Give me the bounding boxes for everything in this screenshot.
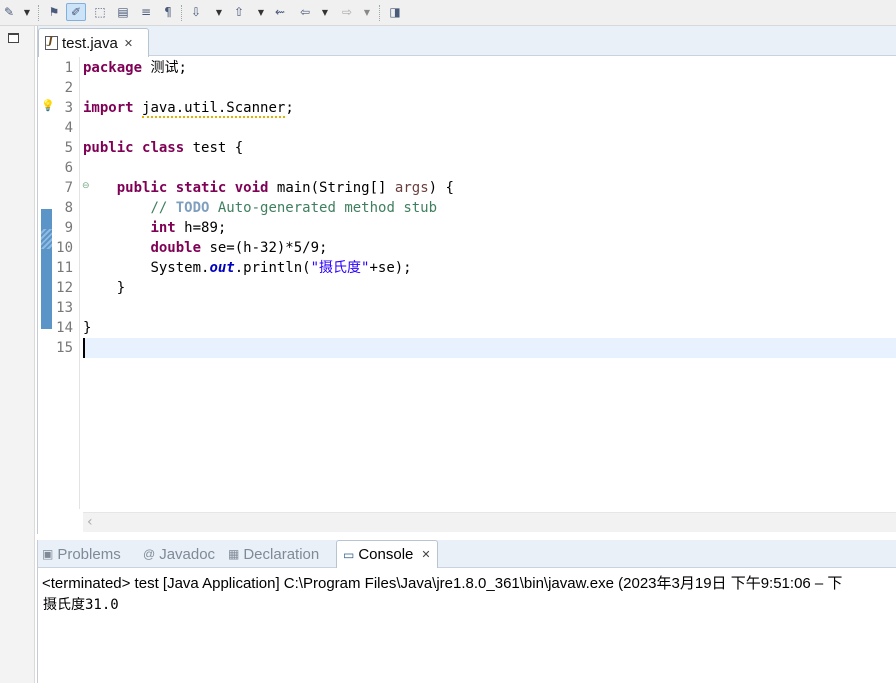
- annotation-ruler: 💡: [38, 57, 55, 534]
- toolbar-separator: [181, 5, 182, 21]
- pin-editor-icon[interactable]: ◨: [386, 3, 404, 21]
- change-marker: [41, 269, 52, 289]
- line-number: 13: [56, 300, 73, 316]
- main-toolbar: ✎ ▼ ⚑ ✐ ⬚ ▤ ≡ ¶ ⇩ ▼ ⇧ ▼ ⇜ ⇦ ▼ ⇨ ▼ ◨: [0, 0, 896, 26]
- word-wrap-icon[interactable]: ▤: [115, 3, 131, 21]
- scroll-left-icon[interactable]: ‹: [87, 514, 93, 530]
- back-arrow-icon[interactable]: ⇦: [296, 3, 314, 21]
- line-number: 2: [64, 80, 73, 96]
- line-number: 12: [56, 280, 73, 296]
- last-edit-location-icon[interactable]: ⇜: [271, 3, 289, 21]
- line-number: 3: [64, 100, 73, 116]
- tab-problems[interactable]: ▣ Problems: [42, 540, 121, 568]
- tab-javadoc[interactable]: @ Javadoc: [143, 540, 215, 568]
- tab-label: Declaration: [243, 545, 320, 563]
- change-marker: [41, 229, 52, 249]
- console-icon: ▭: [343, 547, 355, 562]
- tab-declaration[interactable]: ▦ Declaration: [228, 540, 319, 568]
- console-view: ▣ Problems @ Javadoc ▦ Declaration ▭ Con…: [37, 540, 896, 683]
- toolbar-separator: [38, 5, 39, 21]
- pilcrow-icon[interactable]: ¶: [161, 3, 175, 21]
- horizontal-scrollbar[interactable]: ‹: [83, 512, 896, 532]
- chevron-down-icon[interactable]: ▼: [214, 4, 224, 20]
- change-marker: [41, 289, 52, 309]
- bottom-tab-bar: ▣ Problems @ Javadoc ▦ Declaration ▭ Con…: [38, 540, 896, 568]
- line-number: 14: [56, 320, 73, 336]
- change-marker: [41, 209, 52, 229]
- at-sign-icon: @: [143, 547, 156, 561]
- code-line-1: package 测试;: [83, 60, 187, 76]
- code-line-14: }: [83, 320, 92, 336]
- declaration-icon: ▦: [228, 547, 240, 561]
- tab-label: test.java: [62, 34, 118, 52]
- tab-console[interactable]: ▭ Console ✕: [336, 540, 438, 568]
- line-number: 9: [64, 220, 73, 236]
- left-trim-stack: [0, 26, 35, 683]
- code-area[interactable]: package 测试; import java.util.Scanner; pu…: [83, 57, 896, 509]
- code-line-12: }: [116, 280, 126, 296]
- code-line-3: import java.util.Scanner;: [83, 100, 294, 118]
- change-marker: [41, 309, 52, 329]
- previous-annotation-icon[interactable]: ⇧: [230, 3, 248, 21]
- toolbar-separator: [379, 5, 380, 21]
- line-number: 10: [56, 240, 73, 256]
- java-file-icon: [45, 36, 58, 50]
- mark-occurrences-icon[interactable]: ✐: [66, 3, 86, 21]
- code-editor: test.java ✕ 💡 1 2 3 4 5 6 7 8 9 10 11 12…: [37, 26, 896, 534]
- line-number: 4: [64, 120, 73, 136]
- change-marker: [41, 249, 52, 269]
- line-number: 11: [56, 260, 73, 276]
- line-number: 7: [64, 180, 73, 196]
- console-output[interactable]: 摄氏度31.0: [43, 594, 119, 614]
- line-number: 5: [64, 140, 73, 156]
- line-number: 6: [64, 160, 73, 176]
- editor-tab-bar: test.java ✕: [38, 26, 896, 57]
- code-line-9: int h=89;: [150, 220, 227, 236]
- line-number-ruler: 1 2 3 4 5 6 7 8 9 10 11 12 13 14 15 ⊖: [52, 57, 90, 509]
- text-caret: [83, 338, 85, 358]
- line-number: 8: [64, 200, 73, 216]
- chevron-down-icon[interactable]: ▼: [362, 4, 372, 20]
- show-whitespace-icon[interactable]: ≡: [138, 3, 154, 21]
- chevron-down-icon[interactable]: ▼: [256, 4, 266, 20]
- tab-test-java[interactable]: test.java ✕: [38, 28, 149, 57]
- tab-label: Problems: [57, 545, 121, 563]
- tab-label: Console: [358, 546, 414, 563]
- code-line-7: public static void main(String[] args) {: [116, 180, 454, 196]
- close-icon[interactable]: ✕: [124, 37, 133, 50]
- code-line-8: // TODO Auto-generated method stub: [150, 200, 438, 216]
- forward-arrow-icon[interactable]: ⇨: [338, 3, 356, 21]
- problems-icon: ▣: [42, 547, 54, 561]
- close-icon[interactable]: ✕: [421, 548, 430, 561]
- next-annotation-icon[interactable]: ⇩: [187, 3, 205, 21]
- code-line-5: public class test {: [83, 140, 244, 156]
- restore-icon[interactable]: [8, 33, 19, 43]
- console-status-line: <terminated> test [Java Application] C:\…: [42, 575, 843, 592]
- unused-import-warning: java.util.Scanner: [142, 100, 286, 118]
- toggle-breadcrumb-icon[interactable]: ⚑: [45, 3, 63, 21]
- tab-label: Javadoc: [159, 545, 216, 563]
- chevron-down-icon[interactable]: ▼: [22, 4, 32, 20]
- chevron-down-icon[interactable]: ▼: [320, 4, 330, 20]
- block-selection-icon[interactable]: ⬚: [92, 3, 108, 21]
- code-line-10: double se=(h-32)*5/9;: [150, 240, 328, 256]
- debug-tools-icon[interactable]: ✎: [1, 3, 17, 21]
- line-number: 1: [64, 60, 73, 76]
- code-line-11: System.out.println("摄氏度"+se);: [150, 260, 412, 276]
- line-number: 15: [56, 340, 73, 356]
